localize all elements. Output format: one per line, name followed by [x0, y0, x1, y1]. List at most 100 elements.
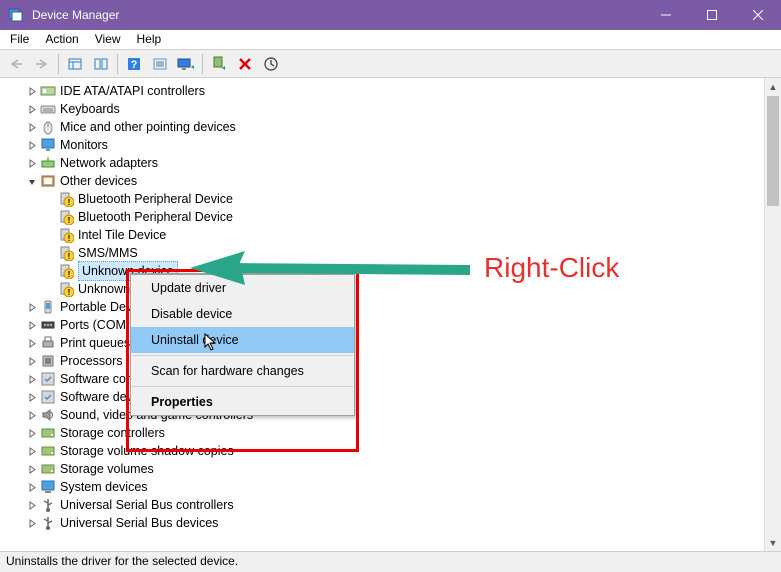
expand-icon[interactable]	[26, 411, 38, 420]
monitor-button[interactable]	[174, 52, 198, 76]
toolbar-separator	[117, 54, 118, 74]
tree-label: IDE ATA/ATAPI controllers	[60, 82, 209, 100]
scroll-down-arrow[interactable]: ▼	[765, 534, 781, 551]
tree-row[interactable]: Software components	[8, 370, 764, 388]
minimize-button[interactable]	[643, 0, 689, 30]
tree-row[interactable]: Print queues	[8, 334, 764, 352]
install-button[interactable]	[207, 52, 231, 76]
svg-text:!: !	[68, 198, 71, 207]
tree-row[interactable]: System devices	[8, 478, 764, 496]
properties-button[interactable]	[89, 52, 113, 76]
uninstall-button[interactable]	[233, 52, 257, 76]
context-menu-item[interactable]: Properties	[131, 389, 354, 415]
sw-icon	[40, 371, 56, 387]
context-menu-item[interactable]: Uninstall device	[131, 327, 354, 353]
forward-button[interactable]	[30, 52, 54, 76]
tree-row[interactable]: Monitors	[8, 136, 764, 154]
menu-file[interactable]: File	[2, 30, 37, 49]
tree-row[interactable]: Software devices	[8, 388, 764, 406]
context-menu-item[interactable]: Disable device	[131, 301, 354, 327]
tree-row[interactable]: !Intel Tile Device	[8, 226, 764, 244]
tree-row[interactable]: Universal Serial Bus devices	[8, 514, 764, 532]
scroll-up-arrow[interactable]: ▲	[765, 78, 781, 95]
expand-icon[interactable]	[26, 501, 38, 510]
menu-action[interactable]: Action	[37, 30, 86, 49]
expand-icon[interactable]	[26, 375, 38, 384]
toolbar: ?	[0, 50, 781, 78]
help-button[interactable]: ?	[122, 52, 146, 76]
scrollbar-thumb[interactable]	[767, 96, 779, 206]
tree-row[interactable]: Ports (COM & LPT)	[8, 316, 764, 334]
expand-icon[interactable]	[26, 447, 38, 456]
expand-icon[interactable]	[26, 123, 38, 132]
vertical-scrollbar[interactable]: ▲ ▼	[764, 78, 781, 551]
warn-icon: !	[58, 263, 74, 279]
tree-row[interactable]: Storage controllers	[8, 424, 764, 442]
sound-icon	[40, 407, 56, 423]
tree-row[interactable]: Keyboards	[8, 100, 764, 118]
usb-icon	[40, 497, 56, 513]
expand-icon[interactable]	[26, 159, 38, 168]
show-hidden-button[interactable]	[63, 52, 87, 76]
svg-text:!: !	[68, 252, 71, 261]
system-icon	[40, 479, 56, 495]
tree-label: System devices	[60, 478, 152, 496]
tree-label: Universal Serial Bus devices	[60, 514, 222, 532]
menu-separator	[132, 386, 353, 387]
warn-icon: !	[58, 209, 74, 225]
tree-row[interactable]: IDE ATA/ATAPI controllers	[8, 82, 764, 100]
expand-icon[interactable]	[26, 303, 38, 312]
warn-icon: !	[58, 245, 74, 261]
tree-row[interactable]: Storage volume shadow copies	[8, 442, 764, 460]
tree-label: Other devices	[60, 172, 141, 190]
usb-icon	[40, 515, 56, 531]
tree-row[interactable]: !Bluetooth Peripheral Device	[8, 208, 764, 226]
tree-row[interactable]: Processors	[8, 352, 764, 370]
tree-row[interactable]: Mice and other pointing devices	[8, 118, 764, 136]
context-menu-item[interactable]: Scan for hardware changes	[131, 358, 354, 384]
expand-icon[interactable]	[26, 429, 38, 438]
toolbar-separator	[202, 54, 203, 74]
expand-icon[interactable]	[26, 357, 38, 366]
svg-text:!: !	[68, 216, 71, 225]
other-icon	[40, 173, 56, 189]
printer-icon	[40, 335, 56, 351]
status-bar: Uninstalls the driver for the selected d…	[0, 552, 781, 572]
expand-icon[interactable]	[26, 141, 38, 150]
network-icon	[40, 155, 56, 171]
device-tree[interactable]: IDE ATA/ATAPI controllersKeyboardsMice a…	[0, 78, 764, 551]
expand-icon[interactable]	[26, 483, 38, 492]
back-button[interactable]	[4, 52, 28, 76]
svg-text:!: !	[68, 270, 71, 279]
tree-label: Storage volume shadow copies	[60, 442, 238, 460]
maximize-button[interactable]	[689, 0, 735, 30]
tree-row[interactable]: Universal Serial Bus controllers	[8, 496, 764, 514]
app-icon	[8, 7, 24, 23]
window-titlebar: Device Manager	[0, 0, 781, 30]
tree-row[interactable]: Network adapters	[8, 154, 764, 172]
expand-icon[interactable]	[26, 87, 38, 96]
expand-icon[interactable]	[26, 105, 38, 114]
list-button[interactable]	[148, 52, 172, 76]
tree-label: Network adapters	[60, 154, 162, 172]
svg-text:!: !	[68, 288, 71, 297]
tree-row[interactable]: Sound, video and game controllers	[8, 406, 764, 424]
expand-icon[interactable]	[26, 465, 38, 474]
tree-row[interactable]: Other devices	[8, 172, 764, 190]
svg-text:!: !	[68, 234, 71, 243]
expand-icon[interactable]	[26, 393, 38, 402]
expand-icon[interactable]	[26, 339, 38, 348]
close-button[interactable]	[735, 0, 781, 30]
scan-button[interactable]	[259, 52, 283, 76]
collapse-icon[interactable]	[26, 177, 38, 186]
expand-icon[interactable]	[26, 519, 38, 528]
tree-row[interactable]: Storage volumes	[8, 460, 764, 478]
window-controls	[643, 0, 781, 30]
menu-view[interactable]: View	[87, 30, 129, 49]
tree-label: Processors	[60, 352, 127, 370]
menu-help[interactable]: Help	[129, 30, 170, 49]
storage-icon	[40, 461, 56, 477]
tree-row[interactable]: !Bluetooth Peripheral Device	[8, 190, 764, 208]
expand-icon[interactable]	[26, 321, 38, 330]
tree-row[interactable]: Portable Devices	[8, 298, 764, 316]
